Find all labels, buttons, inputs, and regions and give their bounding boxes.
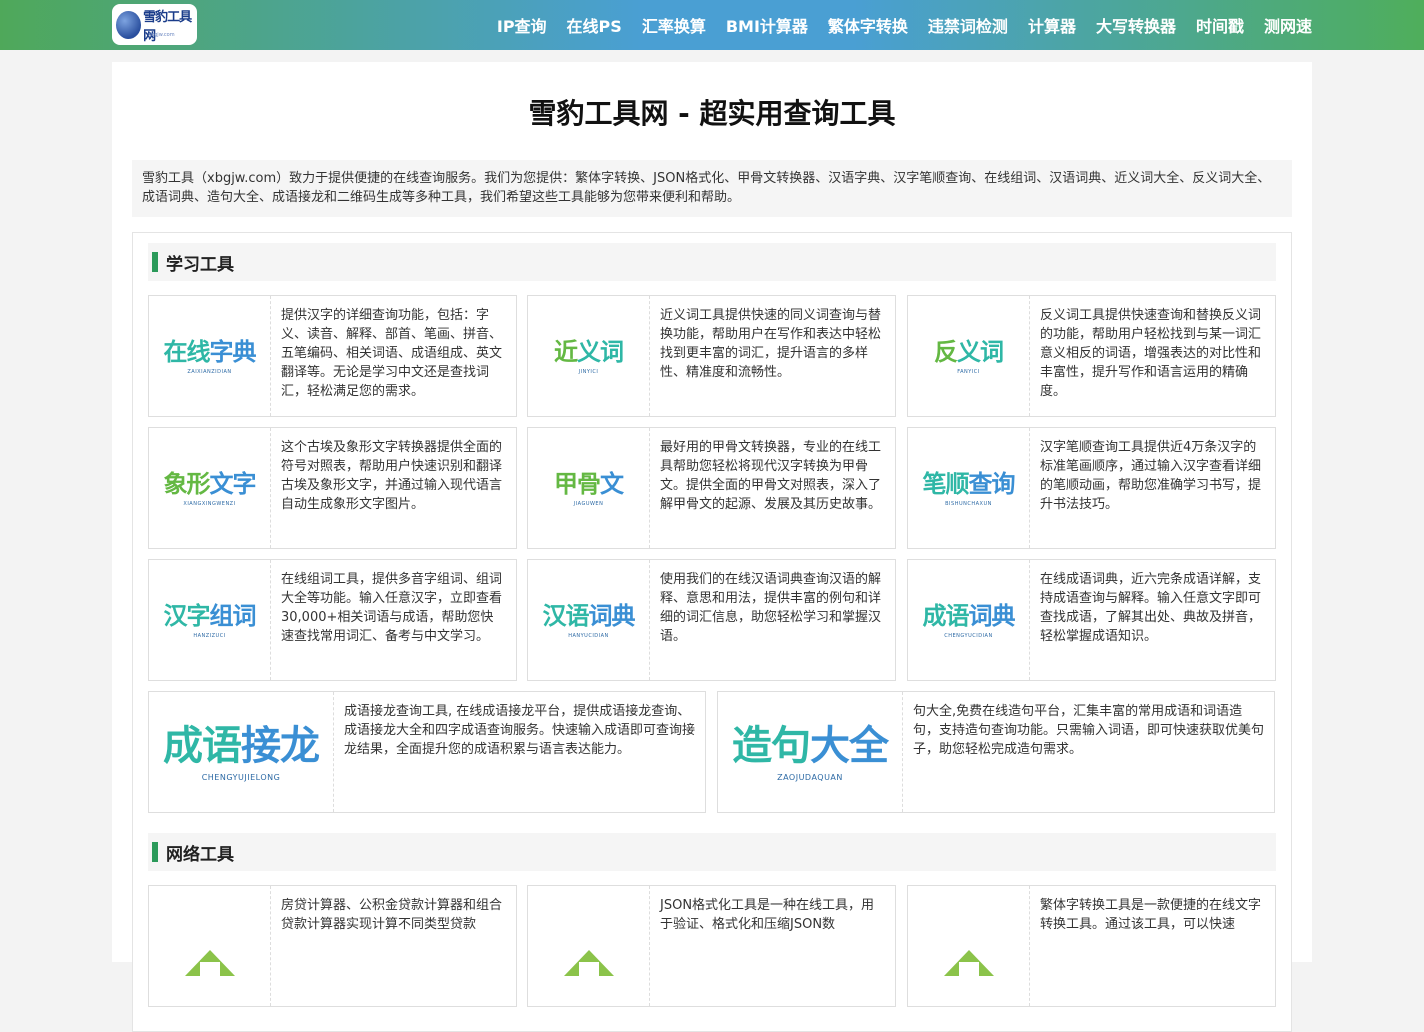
section-title: 网络工具	[166, 844, 234, 865]
tool-logo: 甲骨文 JIAGUWEN	[528, 428, 650, 548]
tool-card-word-formation[interactable]: 汉字组词 HANZIZUCI 在线组词工具，提供多音字组词、组词大全等功能。输入…	[148, 559, 517, 681]
tool-logo: 汉字组词 HANZIZUCI	[149, 560, 271, 680]
tool-card-idiom-chain[interactable]: 成语接龙 CHENGYUJIELONG 成语接龙查询工具, 在线成语接龙平台，提…	[148, 691, 706, 813]
tool-logo	[908, 886, 1030, 1006]
tool-description: 繁体字转换工具是一款便捷的在线文字转换工具。通过该工具，可以快速	[1040, 898, 1262, 932]
tool-description: 句大全,免费在线造句平台，汇集丰富的常用成语和词语造句，支持造句查询功能。只需输…	[913, 704, 1265, 757]
house-icon	[939, 936, 999, 976]
logo-subtext: xbgjw.com	[148, 32, 175, 38]
tool-card-sentence-maker[interactable]: 造句大全 ZAOJUDAQUAN 句大全,免费在线造句平台，汇集丰富的常用成语和…	[717, 691, 1275, 813]
house-icon	[559, 936, 619, 976]
nav-link-banned-words[interactable]: 违禁词检测	[928, 13, 1008, 37]
tool-description: 近义词工具提供快速的同义词查询与替换功能，帮助用户在写作和表达中轻松找到更丰富的…	[660, 308, 882, 380]
tool-logo: 笔顺查询 BISHUNCHAXUN	[908, 428, 1030, 548]
nav-link-ps[interactable]: 在线PS	[567, 13, 622, 37]
tool-logo	[149, 886, 271, 1006]
nav-link-bmi[interactable]: BMI计算器	[726, 13, 808, 37]
tool-card-chinese-dictionary[interactable]: 汉语词典 HANYUCIDIAN 使用我们的在线汉语词典查询汉语的解释、意思和用…	[527, 559, 896, 681]
tool-card-antonym[interactable]: 反义词 FANYICI 反义词工具提供快速查询和替换反义词的功能，帮助用户轻松找…	[907, 295, 1276, 417]
tool-description: JSON格式化工具是一种在线工具，用于验证、格式化和压缩JSON数	[660, 898, 875, 932]
globe-icon	[116, 10, 142, 39]
tool-card-synonym[interactable]: 近义词 JINYICI 近义词工具提供快速的同义词查询与替换功能，帮助用户在写作…	[527, 295, 896, 417]
tool-logo: 造句大全 ZAOJUDAQUAN	[718, 692, 903, 812]
tool-card-stroke-order[interactable]: 笔顺查询 BISHUNCHAXUN 汉字笔顺查询工具提供近4万条汉字的标准笔画顺…	[907, 427, 1276, 549]
tool-description: 在线成语词典，近六完条成语详解，支持成语查询与解释。输入任意文字即可查找成语，了…	[1040, 572, 1262, 644]
tool-description: 反义词工具提供快速查询和替换反义词的功能，帮助用户轻松找到与某一词汇意义相反的词…	[1040, 308, 1262, 399]
tool-logo: 汉语词典 HANYUCIDIAN	[528, 560, 650, 680]
nav-link-calculator[interactable]: 计算器	[1028, 13, 1076, 37]
tool-card-traditional-convert[interactable]: 繁体字转换工具是一款便捷的在线文字转换工具。通过该工具，可以快速	[907, 885, 1276, 1007]
nav-link-timestamp[interactable]: 时间戳	[1196, 13, 1244, 37]
tool-description: 房贷计算器、公积金贷款计算器和组合贷款计算器实现计算不同类型贷款	[281, 898, 503, 932]
tool-card-idiom-dictionary[interactable]: 成语词典 CHENGYUCIDIAN 在线成语词典，近六完条成语详解，支持成语查…	[907, 559, 1276, 681]
nav-link-uppercase[interactable]: 大写转换器	[1096, 13, 1176, 37]
tool-card-hieroglyph[interactable]: 象形文字 XIANGXINGWENZI 这个古埃及象形文字转换器提供全面的符号对…	[148, 427, 517, 549]
tool-description: 提供汉字的详细查询功能，包括：字义、读音、解释、部首、笔画、拼音、五笔编码、相关…	[281, 308, 503, 399]
tool-logo: 近义词 JINYICI	[528, 296, 650, 416]
tool-description: 使用我们的在线汉语词典查询汉语的解释、意思和用法，提供丰富的例句和详细的词汇信息…	[660, 572, 882, 644]
nav-link-exchange[interactable]: 汇率换算	[642, 13, 706, 37]
section-header-study: 学习工具	[148, 243, 1276, 281]
tool-card-mortgage[interactable]: 房贷计算器、公积金贷款计算器和组合贷款计算器实现计算不同类型贷款	[148, 885, 517, 1007]
tool-description: 这个古埃及象形文字转换器提供全面的符号对照表，帮助用户快速识别和翻译古埃及象形文…	[281, 440, 503, 512]
tool-logo: 成语词典 CHENGYUCIDIAN	[908, 560, 1030, 680]
tool-description: 成语接龙查询工具, 在线成语接龙平台，提供成语接龙查询、成语接龙大全和四字成语查…	[344, 704, 696, 757]
house-icon	[180, 936, 240, 976]
tools-panel: 学习工具 在线字典 ZAIXIANZIDIAN 提供汉字的详细查询功能，包括：字…	[132, 232, 1292, 1032]
tool-card-json[interactable]: JSON格式化工具是一种在线工具，用于验证、格式化和压缩JSON数	[527, 885, 896, 1007]
tool-logo: 成语接龙 CHENGYUJIELONG	[149, 692, 334, 812]
tool-logo: 反义词 FANYICI	[908, 296, 1030, 416]
page-title: 雪豹工具网 - 超实用查询工具	[528, 97, 896, 130]
tool-card-oracle-bone[interactable]: 甲骨文 JIAGUWEN 最好用的甲骨文转换器，专业的在线工具帮助您轻松将现代汉…	[527, 427, 896, 549]
top-navbar: 雪豹工具网 xbgjw.com IP查询 在线PS 汇率换算 BMI计算器 繁体…	[0, 0, 1424, 50]
nav-link-speedtest[interactable]: 测网速	[1264, 13, 1312, 37]
section-header-network: 网络工具	[148, 833, 1276, 871]
tool-logo: 象形文字 XIANGXINGWENZI	[149, 428, 271, 548]
tool-logo	[528, 886, 650, 1006]
tool-logo: 在线字典 ZAIXIANZIDIAN	[149, 296, 271, 416]
section-marker	[152, 842, 158, 862]
nav-link-traditional[interactable]: 繁体字转换	[828, 13, 908, 37]
section-marker	[152, 252, 158, 272]
tool-description: 汉字笔顺查询工具提供近4万条汉字的标准笔画顺序，通过输入汉字查看详细的笔顺动画，…	[1040, 440, 1262, 512]
nav-link-ip[interactable]: IP查询	[497, 13, 547, 37]
tool-description: 在线组词工具，提供多音字组词、组词大全等功能。输入任意汉字，立即查看30,000…	[281, 572, 503, 644]
site-logo[interactable]: 雪豹工具网 xbgjw.com	[112, 4, 197, 45]
intro-text: 雪豹工具（xbgjw.com）致力于提供便捷的在线查询服务。我们为您提供：繁体字…	[132, 160, 1292, 217]
main-content: 雪豹工具网 - 超实用查询工具 雪豹工具（xbgjw.com）致力于提供便捷的在…	[112, 62, 1312, 1032]
tool-description: 最好用的甲骨文转换器，专业的在线工具帮助您轻松将现代汉字转换为甲骨文。提供全面的…	[660, 440, 882, 512]
section-title: 学习工具	[166, 254, 234, 275]
tool-card-dictionary[interactable]: 在线字典 ZAIXIANZIDIAN 提供汉字的详细查询功能，包括：字义、读音、…	[148, 295, 517, 417]
main-nav: IP查询 在线PS 汇率换算 BMI计算器 繁体字转换 违禁词检测 计算器 大写…	[497, 0, 1312, 50]
